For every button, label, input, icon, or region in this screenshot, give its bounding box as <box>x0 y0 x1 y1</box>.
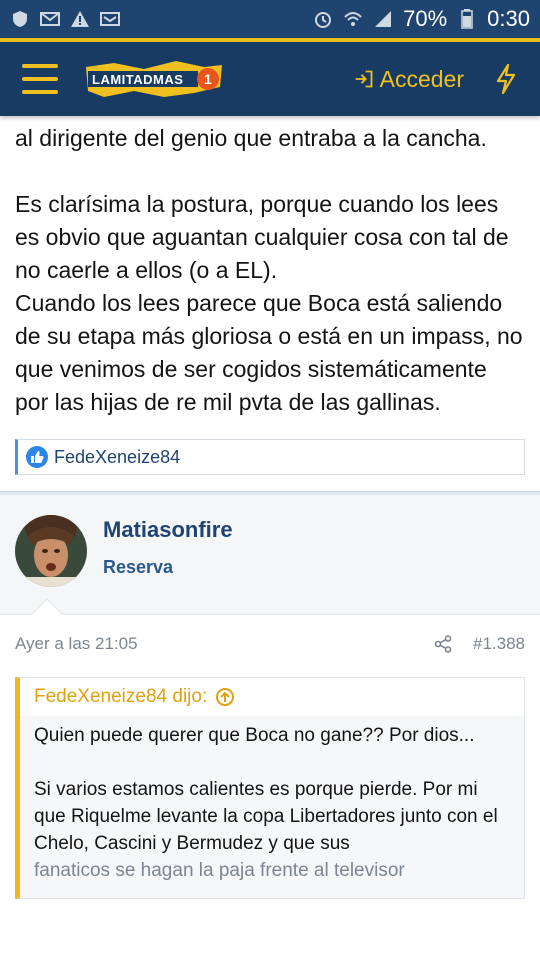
reply-user-block: Matiasonfire Reserva <box>0 495 540 630</box>
arrow-up-circle-icon[interactable] <box>215 687 235 707</box>
wifi-icon <box>343 9 363 29</box>
post-paragraph: Cuando los lees parece que Boca está sal… <box>15 290 523 415</box>
svg-text:1: 1 <box>204 71 212 87</box>
battery-percent: 70% <box>403 6 448 31</box>
quote-line-faded: fanaticos se hagan la paja frente al tel… <box>34 860 405 881</box>
quote-block: FedeXeneize84 dijo: Quien puede querer q… <box>15 677 525 899</box>
status-bar: 70% 0:30 <box>0 0 540 38</box>
reply-user-title: Reserva <box>103 557 174 577</box>
reaction-user-link[interactable]: FedeXeneize84 <box>54 447 180 468</box>
login-icon <box>354 69 374 89</box>
gmail-icon <box>40 9 60 29</box>
login-label: Acceder <box>379 65 464 92</box>
svg-text:LAMITADMAS: LAMITADMAS <box>92 72 183 87</box>
reply-username[interactable]: Matiasonfire <box>103 517 233 543</box>
reactions-bar[interactable]: FedeXeneize84 <box>15 439 525 475</box>
login-link[interactable]: Acceder <box>354 66 464 93</box>
clock-time: 0:30 <box>487 6 530 31</box>
warning-icon <box>70 9 90 29</box>
quote-author[interactable]: FedeXeneize84 dijo: <box>34 686 207 708</box>
signal-icon <box>373 9 393 29</box>
post-meta: Ayer a las 21:05 #1.388 <box>0 615 540 673</box>
like-icon <box>26 446 48 468</box>
menu-icon[interactable] <box>22 64 58 94</box>
avatar[interactable] <box>15 515 87 587</box>
quote-body: Quien puede querer que Boca no gane?? Po… <box>20 716 524 898</box>
alarm-icon <box>313 9 333 29</box>
post-timestamp[interactable]: Ayer a las 21:05 <box>15 634 138 654</box>
whats-new-bolt-icon[interactable] <box>494 63 518 95</box>
share-icon[interactable] <box>433 634 453 654</box>
mail-icon <box>100 9 120 29</box>
post-body: al dirigente del genio que entraba a la … <box>0 116 540 419</box>
site-header: LAMITADMAS 1 Acceder <box>0 38 540 116</box>
quote-line: Quien puede querer que Boca no gane?? Po… <box>34 725 475 746</box>
shield-icon <box>10 9 30 29</box>
post-paragraph: Es clarísima la postura, porque cuando l… <box>15 191 509 283</box>
battery-icon <box>457 9 477 29</box>
post-number-link[interactable]: #1.388 <box>473 634 525 654</box>
thread-content: al dirigente del genio que entraba a la … <box>0 116 540 899</box>
quote-header[interactable]: FedeXeneize84 dijo: <box>20 678 524 716</box>
quote-line: Si varios estamos calientes es porque pi… <box>34 779 498 854</box>
site-logo[interactable]: LAMITADMAS 1 <box>84 57 224 101</box>
post-paragraph: al dirigente del genio que entraba a la … <box>15 125 487 151</box>
